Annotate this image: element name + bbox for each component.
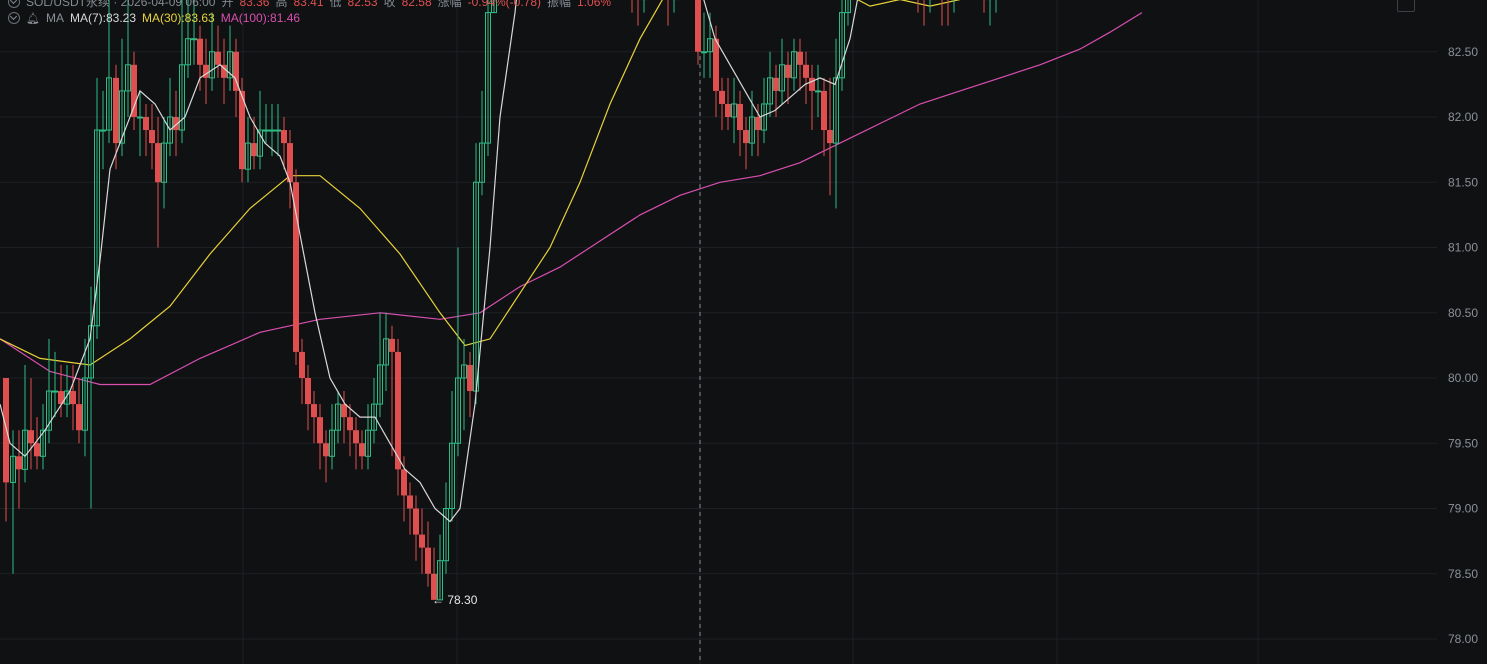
candle-body [28,430,34,444]
candlestick-chart[interactable]: 78.00 78.50 79.00 79.50 80.00 80.50 81.00 81.50… [0,0,1487,664]
candle-body [695,0,701,52]
collapse-chevron-icon[interactable] [8,0,20,8]
candle-body [197,38,203,65]
candle-body [100,129,106,132]
indicator-name: MA [45,11,64,25]
y-tick-label: 82.50 [1448,45,1478,59]
candle-body [215,51,221,65]
candle-body [773,77,779,91]
candle-body [269,129,275,132]
amplitude-value: 1.06% [577,0,612,9]
close-label: 收 [383,0,396,9]
candle-body [815,90,821,93]
candle-body [143,117,149,131]
y-tick-label: 82.00 [1448,110,1478,124]
candle-body [281,130,287,144]
candle-body [113,77,119,144]
y-tick-label: 80.50 [1448,306,1478,320]
candle-body [359,443,365,457]
ma-legend: 🔔︎ MA MA(7):83.23 MA(30):83.63 MA(100):8… [8,11,300,25]
high-value: 83.41 [293,0,324,9]
y-tick-label: 78.50 [1448,567,1478,581]
candle-body [419,534,425,548]
y-tick-label: 80.00 [1448,371,1478,385]
ohlc-header: SOL/USDT永续 · 2026-04-09 06:00 开 83.36 高 … [8,0,611,10]
candle-body [293,182,299,352]
candle-body [467,364,473,392]
candle-body [713,38,719,91]
ma30-value: MA(30):83.63 [142,11,215,25]
y-tick-label: 79.50 [1448,436,1478,450]
change-label: 涨幅 [437,0,462,9]
candle-body [251,143,257,157]
candle-body [737,103,743,131]
candle-body [311,404,317,418]
open-value: 83.36 [239,0,270,9]
candle-body [34,443,40,457]
low-label: 低 [329,0,342,9]
candle-body [797,51,803,65]
candle-body [137,116,143,119]
y-tick-label: 81.00 [1448,241,1478,255]
candle-body [323,443,329,457]
y-tick-label: 81.50 [1448,175,1478,189]
y-tick-label: 79.00 [1448,502,1478,516]
candle-body [155,143,161,183]
candle-body [317,417,323,444]
y-tick-label: 78.00 [1448,632,1478,646]
candle-body [821,90,827,131]
candle-body [149,130,155,144]
ma100-value: MA(100):81.46 [220,11,301,25]
candle-body [395,351,401,470]
candle-body [701,51,707,54]
candle-body [407,495,413,509]
high-label: 高 [275,0,288,9]
candle-body [305,378,311,405]
candle-body [785,64,791,78]
symbol-line: SOL/USDT永续 · 2026-04-09 06:00 [26,0,216,9]
candle-body [413,508,419,535]
candle-body [52,390,58,393]
candle-body [725,103,731,117]
candle-body [425,547,431,574]
candle-body [803,64,809,78]
candle-body [3,378,9,483]
candle-body [16,456,22,470]
candle-body [389,338,395,352]
candle-body [719,90,725,104]
candle-body [353,430,359,444]
candle-body [341,404,347,418]
candle-body [755,117,761,131]
open-label: 开 [221,0,234,9]
alert-bell-icon[interactable]: 🔔︎ [26,12,40,25]
candle-body [76,404,82,431]
chart-background [0,0,1487,664]
candle-body [299,351,305,378]
low-value: 82.53 [347,0,378,9]
ma7-value: MA(7):83.23 [69,11,136,25]
close-value: 82.58 [401,0,432,9]
collapse-chevron-icon[interactable] [8,12,20,24]
candle-body [70,391,76,405]
candle-body [263,129,269,132]
candle-body [191,38,197,41]
candle-body [401,469,407,496]
candle-body [275,129,281,132]
change-value: -0.94%(-0.78) [467,0,542,9]
candle-body [347,417,353,431]
amplitude-label: 振幅 [547,0,572,9]
min-price-label: ← 78.30 [432,593,478,607]
candle-body [827,130,833,144]
candle-body [131,64,137,117]
fullscreen-icon[interactable] [1397,0,1415,12]
candle-body [743,130,749,144]
